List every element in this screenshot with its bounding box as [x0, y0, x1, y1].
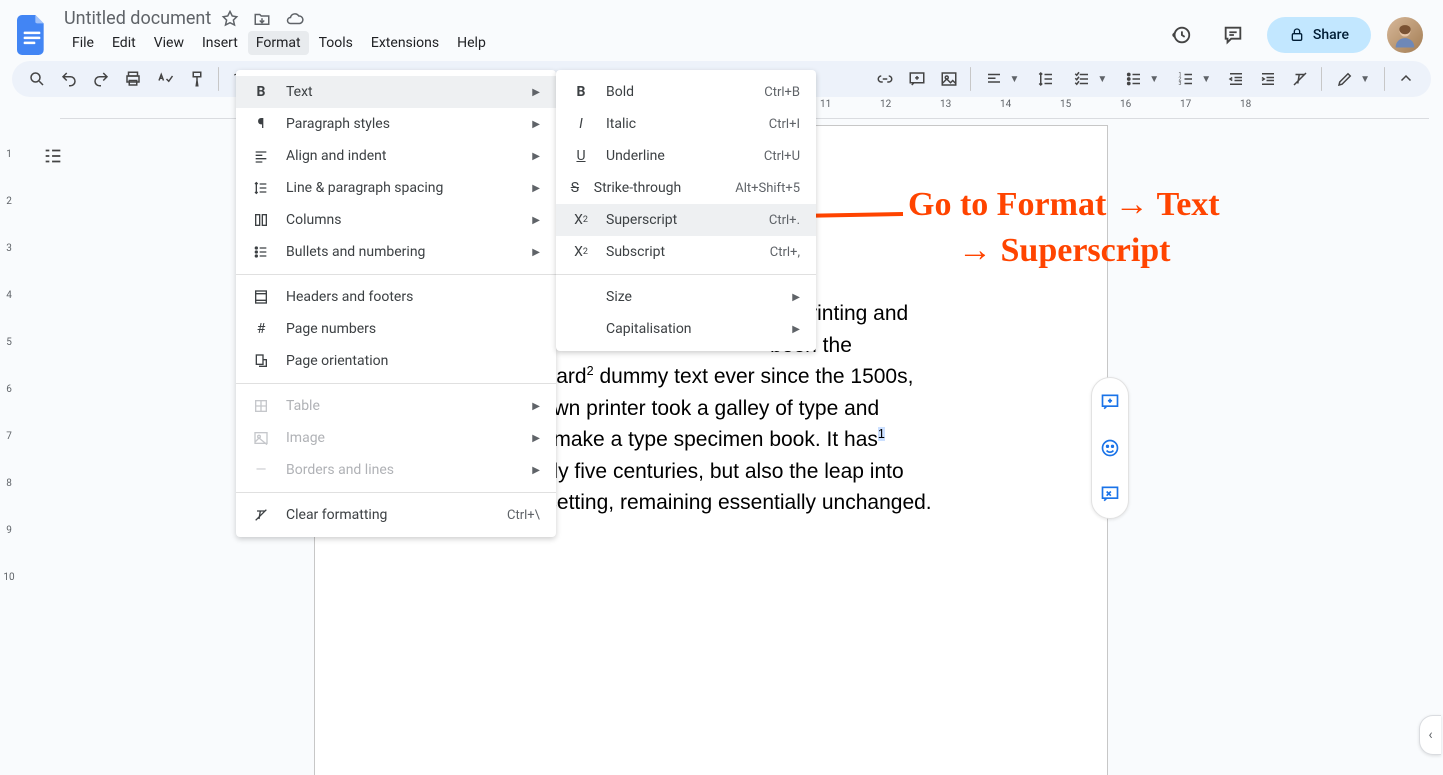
docs-logo[interactable]: [12, 15, 52, 55]
format-borders-lines: —Borders and lines▶: [236, 454, 556, 486]
separator: [970, 67, 971, 91]
format-line-spacing[interactable]: Line & paragraph spacing▶: [236, 172, 556, 204]
format-align-indent[interactable]: Align and indent▶: [236, 140, 556, 172]
text-italic[interactable]: IItalicCtrl+I: [556, 108, 816, 140]
menu-edit[interactable]: Edit: [104, 31, 144, 55]
format-text[interactable]: BText▶: [236, 76, 556, 108]
move-icon[interactable]: [253, 10, 271, 28]
format-menu: BText▶ ¶Paragraph styles▶ Align and inde…: [236, 70, 556, 537]
cloud-status-icon[interactable]: [285, 10, 305, 28]
text-submenu: BBoldCtrl+B IItalicCtrl+I UUnderlineCtrl…: [556, 70, 816, 351]
emoji-reaction-icon[interactable]: [1094, 432, 1126, 464]
line-spacing-icon[interactable]: [1029, 64, 1063, 94]
text-underline[interactable]: UUnderlineCtrl+U: [556, 140, 816, 172]
share-button[interactable]: Share: [1267, 17, 1371, 53]
collapse-toolbar-icon[interactable]: [1391, 64, 1421, 94]
comments-icon[interactable]: [1215, 17, 1251, 53]
text-size[interactable]: Size▶: [556, 281, 816, 313]
checklist-dropdown[interactable]: ▼: [1065, 64, 1115, 94]
editing-mode-dropdown[interactable]: ▼: [1328, 64, 1378, 94]
align-dropdown[interactable]: ▼: [977, 64, 1027, 94]
add-comment-side-icon[interactable]: [1094, 386, 1126, 418]
insert-link-icon[interactable]: [870, 64, 900, 94]
text-bold[interactable]: BBoldCtrl+B: [556, 76, 816, 108]
text-capitalisation[interactable]: Capitalisation▶: [556, 313, 816, 345]
menu-file[interactable]: File: [64, 31, 102, 55]
text-subscript[interactable]: X2SubscriptCtrl+,: [556, 236, 816, 268]
decrease-indent-icon[interactable]: [1221, 64, 1251, 94]
app-header: Untitled document File Edit View Insert …: [0, 0, 1443, 61]
side-panel-toggle[interactable]: ‹: [1419, 715, 1441, 755]
format-table: Table▶: [236, 390, 556, 422]
side-actions: [1091, 377, 1129, 519]
menu-insert[interactable]: Insert: [194, 31, 246, 55]
star-icon[interactable]: [221, 10, 239, 28]
redo-icon[interactable]: [86, 64, 116, 94]
numbered-list-dropdown[interactable]: 123▼: [1169, 64, 1219, 94]
separator: [218, 67, 219, 91]
format-paragraph-styles[interactable]: ¶Paragraph styles▶: [236, 108, 556, 140]
format-page-orientation[interactable]: Page orientation: [236, 345, 556, 377]
menu-tools[interactable]: Tools: [311, 31, 361, 55]
add-comment-icon[interactable]: [902, 64, 932, 94]
separator: [1384, 67, 1385, 91]
separator: [1321, 67, 1322, 91]
text-strikethrough[interactable]: SStrike-throughAlt+Shift+5: [556, 172, 816, 204]
paint-format-icon[interactable]: [182, 64, 212, 94]
insert-image-icon[interactable]: [934, 64, 964, 94]
text-superscript[interactable]: X2SuperscriptCtrl+.: [556, 204, 816, 236]
menu-extensions[interactable]: Extensions: [363, 31, 447, 55]
suggest-edits-icon[interactable]: [1094, 478, 1126, 510]
format-columns[interactable]: Columns▶: [236, 204, 556, 236]
user-avatar[interactable]: [1387, 17, 1423, 53]
format-image: Image▶: [236, 422, 556, 454]
vertical-ruler[interactable]: 12345678910: [0, 119, 18, 775]
menu-view[interactable]: View: [146, 31, 192, 55]
format-clear-formatting[interactable]: Clear formattingCtrl+\: [236, 499, 556, 531]
format-page-numbers[interactable]: #Page numbers: [236, 313, 556, 345]
print-icon[interactable]: [118, 64, 148, 94]
format-bullets-numbering[interactable]: Bullets and numbering▶: [236, 236, 556, 268]
share-label: Share: [1313, 27, 1349, 43]
spellcheck-icon[interactable]: [150, 64, 180, 94]
search-menus-icon[interactable]: [22, 64, 52, 94]
clear-formatting-icon[interactable]: [1285, 64, 1315, 94]
undo-icon[interactable]: [54, 64, 84, 94]
menu-help[interactable]: Help: [449, 31, 494, 55]
format-headers-footers[interactable]: Headers and footers: [236, 281, 556, 313]
history-icon[interactable]: [1163, 17, 1199, 53]
svg-text:3: 3: [1179, 81, 1182, 87]
menu-bar: File Edit View Insert Format Tools Exten…: [60, 29, 1155, 61]
menu-format[interactable]: Format: [248, 31, 309, 55]
document-title[interactable]: Untitled document: [64, 8, 211, 29]
outline-toggle-icon[interactable]: [34, 137, 72, 175]
bulleted-list-dropdown[interactable]: ▼: [1117, 64, 1167, 94]
increase-indent-icon[interactable]: [1253, 64, 1283, 94]
